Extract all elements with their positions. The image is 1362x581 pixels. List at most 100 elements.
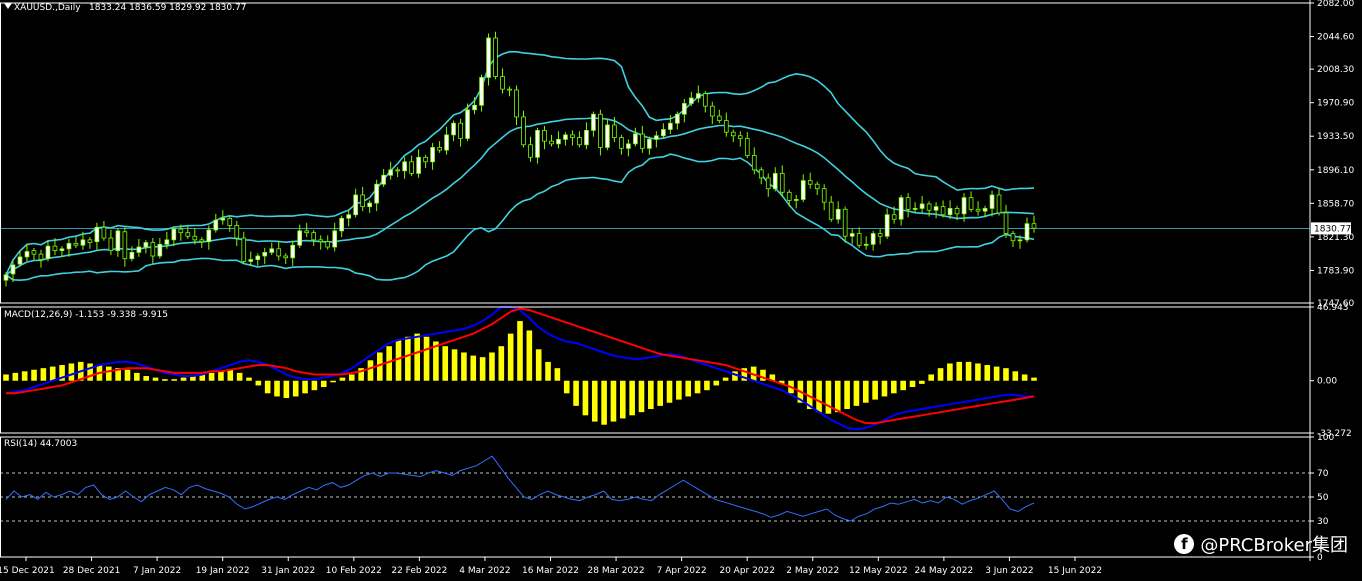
candle-body — [528, 144, 533, 158]
candle-body — [933, 206, 939, 211]
macd-histogram-bar — [638, 380, 645, 413]
ohlc-header: 1833.24 1836.59 1829.92 1830.77 — [89, 3, 246, 13]
axes: 2082.00 2044.60 2008.30 1970.90 1933.50 1896.… — [0, 0, 1354, 576]
macd-histogram-bar — [283, 380, 290, 399]
candle-body — [234, 225, 240, 239]
candle-body — [346, 214, 351, 219]
date-tick-label: 31 Jan 2022 — [261, 566, 315, 576]
candle-body — [542, 129, 547, 142]
macd-histogram-bar — [218, 371, 224, 381]
candle-body — [255, 255, 261, 260]
candle-body — [206, 229, 212, 243]
candle-body — [577, 137, 582, 146]
macd-histogram-bar — [834, 380, 841, 413]
macd-histogram-bar — [49, 366, 56, 381]
macd-histogram-bar — [601, 380, 607, 425]
rsi-line — [5, 455, 1035, 522]
candle-body — [737, 135, 743, 139]
candle-body — [66, 243, 72, 250]
candle-body — [619, 137, 624, 149]
candle-body — [535, 129, 540, 158]
candle-body — [360, 194, 365, 208]
macd-histogram-bar — [264, 380, 271, 394]
candle-body — [821, 188, 827, 203]
candle-body — [709, 105, 715, 117]
candle-body — [451, 122, 456, 136]
macd-histogram-bar — [610, 380, 617, 422]
macd-histogram-bar — [12, 372, 19, 381]
date-tick-label: 16 Mar 2022 — [522, 566, 579, 576]
macd-histogram-bar — [928, 374, 935, 381]
candle-body — [751, 155, 757, 171]
bollinger-lower — [5, 153, 1035, 282]
watermark-text: @PRCBroker集团 — [1200, 535, 1348, 556]
candle-body — [458, 122, 463, 139]
candle-body — [940, 206, 946, 216]
macd-histogram-bar — [648, 380, 654, 410]
candle-body — [1024, 223, 1030, 241]
date-tick-label: 10 Feb 2022 — [326, 566, 382, 576]
candle-body — [283, 255, 289, 259]
macd-histogram-bar — [844, 380, 850, 410]
price-tick-label: 1783.90 — [1317, 266, 1354, 276]
candle-body — [500, 76, 505, 90]
price-tick-label: 1896.10 — [1317, 166, 1354, 176]
date-tick-label: 28 Mar 2022 — [588, 566, 645, 576]
macd-histogram-bar — [246, 377, 252, 381]
candle-body — [912, 208, 918, 210]
macd-histogram-bar — [517, 321, 523, 381]
facebook-icon: f — [1174, 534, 1195, 554]
macd-histogram-bar — [956, 361, 963, 381]
macd-histogram-bar — [657, 380, 663, 406]
macd-histogram-bar — [1012, 371, 1019, 381]
date-tick-label: 19 Jan 2022 — [196, 566, 250, 576]
candle-body — [444, 134, 449, 151]
macd-histogram-bar — [947, 363, 953, 381]
candle-body — [311, 232, 317, 241]
macd-histogram-bar — [348, 374, 355, 381]
macd-histogram-bar — [853, 380, 860, 406]
candle-body — [870, 233, 876, 245]
macd-histogram-bar — [694, 380, 701, 394]
candle-body — [800, 180, 806, 200]
macd-histogram-bar — [489, 352, 495, 381]
date-tick-label: 22 Feb 2022 — [391, 566, 447, 576]
price-tick-label: 1970.90 — [1317, 99, 1354, 109]
rsi-label: RSI(14) 44.7003 — [4, 439, 77, 449]
candle-body — [730, 131, 736, 137]
candle-body — [24, 251, 30, 258]
candle-body — [884, 214, 890, 237]
price-tick-label: 1858.70 — [1317, 199, 1354, 209]
rsi-tick-label: 50 — [1317, 493, 1329, 503]
candle-body — [689, 97, 694, 104]
candle-body — [598, 113, 603, 148]
macd-histogram-bar — [937, 368, 944, 381]
candle-body — [423, 156, 428, 163]
candle-body — [388, 169, 393, 176]
candle-body — [954, 208, 960, 215]
macd-histogram-bar — [442, 346, 449, 381]
candle-body — [563, 134, 568, 140]
price-tick-label: 2044.60 — [1317, 33, 1354, 43]
macd-histogram-bar — [367, 360, 374, 381]
macd-histogram-bar — [816, 380, 822, 413]
macd-histogram-bar — [208, 372, 215, 381]
macd-panel — [3, 305, 1037, 431]
candle-body — [304, 230, 310, 234]
macd-histogram-bar — [470, 355, 477, 381]
candle-body — [367, 202, 372, 208]
candle-body — [514, 89, 519, 118]
candle-body — [835, 208, 841, 220]
candle-body — [647, 138, 652, 149]
candle-body — [325, 241, 331, 248]
macd-histogram-bar — [171, 379, 178, 381]
candle-body — [3, 274, 9, 281]
candle-body — [668, 122, 673, 130]
candle-body — [59, 248, 65, 252]
macd-histogram-bar — [134, 372, 140, 381]
candle-body — [702, 93, 708, 107]
macd-histogram-bar — [900, 380, 906, 391]
candle-body — [437, 147, 442, 151]
macd-histogram-bar — [975, 363, 981, 381]
macd-histogram-bar — [274, 380, 280, 397]
